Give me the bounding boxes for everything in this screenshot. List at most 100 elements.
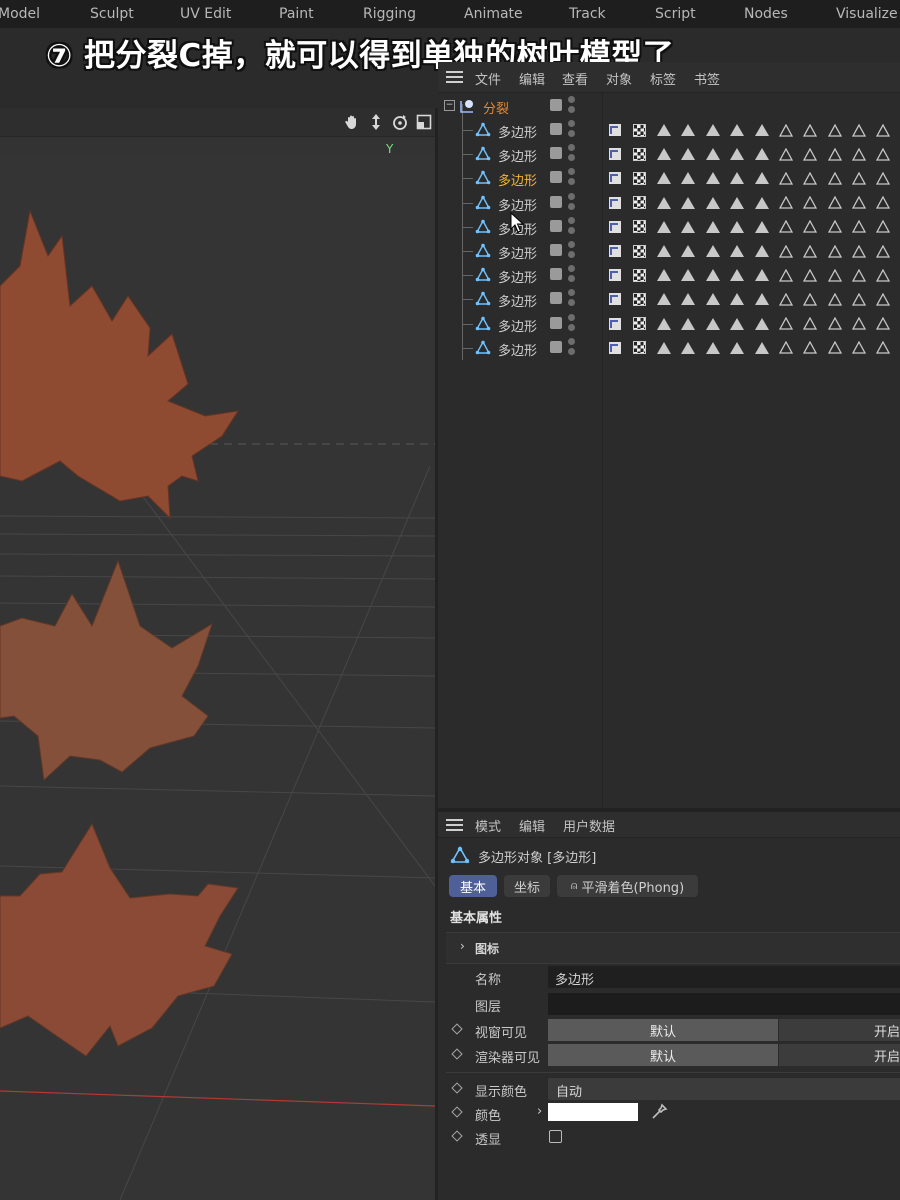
- selection-tag-outline-icon[interactable]: [774, 191, 798, 215]
- keyframe-diamond-icon[interactable]: [451, 1048, 463, 1060]
- selection-tag-icon[interactable]: [725, 142, 749, 166]
- visibility-dots-icon[interactable]: [568, 289, 576, 309]
- uvw-tag-icon[interactable]: [627, 312, 651, 336]
- selection-tag-outline-icon[interactable]: [847, 263, 871, 287]
- selection-tag-icon[interactable]: [676, 336, 700, 360]
- tree-row-polygon[interactable]: 多边形: [438, 287, 602, 311]
- rotate-view-icon[interactable]: [391, 113, 409, 131]
- selection-tag-icon[interactable]: [652, 263, 676, 287]
- selection-tag-outline-icon[interactable]: [871, 287, 895, 311]
- keyframe-diamond-icon[interactable]: [451, 1082, 463, 1094]
- selection-tag-icon[interactable]: [676, 239, 700, 263]
- selection-tag-icon[interactable]: [725, 263, 749, 287]
- selection-tag-icon[interactable]: [701, 215, 725, 239]
- selection-tag-icon[interactable]: [652, 215, 676, 239]
- uvw-tag-icon[interactable]: [627, 239, 651, 263]
- tab-coordinates[interactable]: 坐标: [504, 875, 550, 897]
- visibility-dots-icon[interactable]: [568, 192, 576, 213]
- phong-tag-icon[interactable]: [603, 287, 627, 311]
- uvw-tag-icon[interactable]: [627, 118, 651, 142]
- visibility-dots-icon[interactable]: [568, 241, 576, 261]
- tree-row-root[interactable]: − 分裂: [438, 94, 602, 118]
- transparency-checkbox[interactable]: [549, 1130, 562, 1143]
- om-menu-object[interactable]: 对象: [606, 69, 632, 88]
- edit-tag-icon[interactable]: [550, 292, 562, 305]
- uvw-tag-icon[interactable]: [627, 287, 651, 311]
- visibility-dots-icon[interactable]: [568, 313, 576, 334]
- om-menu-tags[interactable]: 标签: [650, 69, 676, 88]
- am-menu-edit[interactable]: 编辑: [519, 816, 545, 835]
- selection-tag-icon[interactable]: [676, 312, 700, 336]
- edit-tag-icon[interactable]: [550, 195, 562, 208]
- selection-tag-icon[interactable]: [725, 191, 749, 215]
- selection-tag-icon[interactable]: [676, 166, 700, 190]
- selection-tag-icon[interactable]: [749, 191, 773, 215]
- move-arrows-icon[interactable]: [367, 113, 385, 131]
- selection-tag-icon[interactable]: [652, 312, 676, 336]
- tree-row-polygon[interactable]: 多边形: [438, 166, 602, 190]
- selection-tag-outline-icon[interactable]: [774, 263, 798, 287]
- selection-tag-outline-icon[interactable]: [798, 191, 822, 215]
- selection-tag-outline-icon[interactable]: [823, 287, 847, 311]
- selection-tag-outline-icon[interactable]: [774, 166, 798, 190]
- selection-tag-icon[interactable]: [701, 142, 725, 166]
- edit-tag-icon[interactable]: [550, 316, 562, 329]
- selection-tag-icon[interactable]: [652, 287, 676, 311]
- phong-tag-icon[interactable]: [603, 166, 627, 190]
- selection-tag-outline-icon[interactable]: [847, 239, 871, 263]
- selection-tag-icon[interactable]: [676, 191, 700, 215]
- edit-tag-icon[interactable]: [550, 268, 562, 281]
- selection-tag-outline-icon[interactable]: [871, 263, 895, 287]
- hand-pan-icon[interactable]: [343, 113, 361, 131]
- edit-tag-icon[interactable]: [550, 244, 562, 256]
- selection-tag-outline-icon[interactable]: [871, 118, 895, 142]
- visibility-dots-icon[interactable]: [568, 144, 576, 164]
- viewport-visible-on-button[interactable]: 开启: [779, 1019, 900, 1041]
- expand-chevron-icon[interactable]: ›: [537, 1104, 542, 1119]
- selection-tag-outline-icon[interactable]: [847, 215, 871, 239]
- selection-tag-icon[interactable]: [725, 336, 749, 360]
- menu-track[interactable]: Track: [569, 6, 606, 22]
- hamburger-menu-icon[interactable]: [446, 71, 463, 83]
- selection-tag-icon[interactable]: [725, 166, 749, 190]
- am-hamburger-menu-icon[interactable]: [446, 819, 463, 831]
- edit-tag-icon[interactable]: [550, 219, 562, 232]
- menu-paint[interactable]: Paint: [279, 6, 314, 22]
- tree-row-polygon[interactable]: 多边形: [438, 142, 602, 166]
- selection-tag-outline-icon[interactable]: [847, 118, 871, 142]
- selection-tag-outline-icon[interactable]: [823, 215, 847, 239]
- visibility-dots-icon[interactable]: [568, 216, 576, 237]
- edit-tag-icon[interactable]: [550, 147, 562, 160]
- menu-visualize[interactable]: Visualize: [836, 6, 898, 22]
- selection-tag-outline-icon[interactable]: [847, 142, 871, 166]
- selection-tag-outline-icon[interactable]: [847, 191, 871, 215]
- display-color-select[interactable]: 自动: [548, 1078, 900, 1100]
- tab-phong[interactable]: ⍝ 平滑着色(Phong): [557, 875, 698, 897]
- selection-tag-icon[interactable]: [749, 166, 773, 190]
- selection-tag-icon[interactable]: [701, 118, 725, 142]
- selection-tag-icon[interactable]: [749, 312, 773, 336]
- selection-tag-outline-icon[interactable]: [798, 336, 822, 360]
- selection-tag-outline-icon[interactable]: [847, 336, 871, 360]
- selection-tag-outline-icon[interactable]: [774, 336, 798, 360]
- menu-animate[interactable]: Animate: [464, 6, 523, 22]
- selection-tag-icon[interactable]: [701, 239, 725, 263]
- selection-tag-outline-icon[interactable]: [798, 239, 822, 263]
- selection-tag-icon[interactable]: [701, 287, 725, 311]
- om-menu-view[interactable]: 查看: [562, 69, 588, 88]
- selection-tag-icon[interactable]: [749, 142, 773, 166]
- selection-tag-icon[interactable]: [652, 118, 676, 142]
- visibility-dots-icon[interactable]: [568, 168, 576, 188]
- visibility-dots-icon[interactable]: [568, 120, 576, 140]
- menu-script[interactable]: Script: [655, 6, 696, 22]
- om-menu-bookmarks[interactable]: 书签: [694, 69, 720, 88]
- selection-tag-outline-icon[interactable]: [823, 263, 847, 287]
- selection-tag-outline-icon[interactable]: [823, 142, 847, 166]
- uvw-tag-icon[interactable]: [627, 166, 651, 190]
- tab-basic[interactable]: 基本: [449, 875, 497, 897]
- phong-tag-icon[interactable]: [603, 263, 627, 287]
- menu-sculpt[interactable]: Sculpt: [90, 6, 134, 22]
- om-menu-file[interactable]: 文件: [475, 69, 501, 88]
- selection-tag-outline-icon[interactable]: [871, 215, 895, 239]
- selection-tag-icon[interactable]: [676, 118, 700, 142]
